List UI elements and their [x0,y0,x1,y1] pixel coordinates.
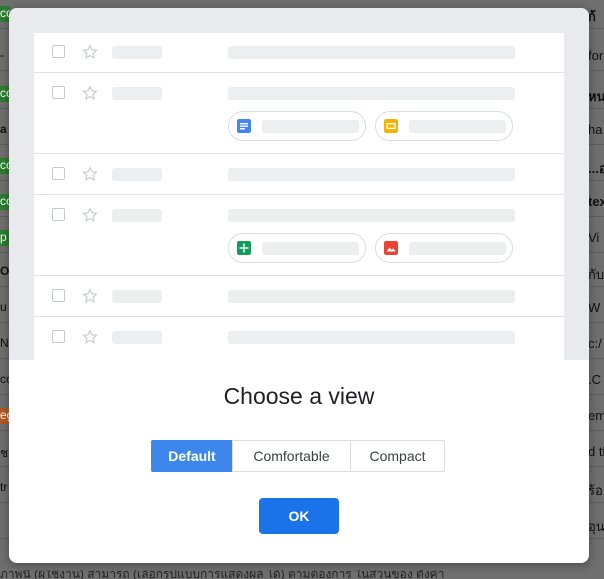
bg-subject-fragment: W [588,300,601,315]
star-icon [82,85,98,100]
bg-subject-fragment: ร้อย [588,483,604,498]
bg-subject-fragment: หน [588,89,604,104]
bg-subject-fragment: c:/ [588,336,602,351]
star-icon [82,166,98,181]
star-icon [82,44,98,59]
checkbox-icon [52,167,65,180]
sender-placeholder [112,168,162,181]
preview-row [34,33,564,73]
subject-placeholder [228,46,515,59]
sender-placeholder [112,290,162,303]
bg-subject-fragment: tex [588,194,604,209]
star-icon [82,329,98,344]
preview-row [34,317,564,359]
view-option-compact[interactable]: Compact [350,440,445,472]
attachment-name-placeholder [262,120,359,133]
checkbox-icon [52,45,65,58]
sender-placeholder [112,46,162,59]
preview-row [34,195,564,276]
checkbox-icon [52,208,65,221]
view-option-comfortable[interactable]: Comfortable [232,440,351,472]
bg-subject-fragment: em [588,408,604,423]
attachment-name-placeholder [409,242,506,255]
bg-bottom-text: ภาพนี้ (ผู้ใช้งาน) สามารถ (เลือกรูปแบบกา… [0,570,445,579]
preview-row [34,276,564,317]
google-docs-icon [237,119,251,133]
google-sheets-icon [237,241,251,255]
subject-placeholder [228,209,515,222]
choose-view-dialog: Choose a view Default Comfortable Compac… [9,8,589,563]
view-selector: Default Comfortable Compact [151,440,445,472]
bg-subject-fragment: ก้ [588,9,596,24]
attachment-chip [228,111,366,141]
attachment-name-placeholder [262,242,359,255]
sender-placeholder [112,331,162,344]
sender-placeholder [112,209,162,222]
subject-placeholder [228,168,515,181]
bg-subject-fragment: อุน [588,519,604,534]
dialog-title: Choose a view [223,383,375,409]
preview-inbox [34,33,564,360]
attachment-chip [375,233,513,263]
subject-placeholder [228,331,515,344]
ok-button[interactable]: OK [259,498,339,534]
sender-placeholder [112,87,162,100]
bg-subject-fragment: ...อ [588,161,604,176]
star-icon [82,207,98,222]
checkbox-icon [52,330,65,343]
checkbox-icon [52,289,65,302]
bg-subject-fragment: for [588,48,604,63]
checkbox-icon [52,86,65,99]
subject-placeholder [228,87,515,100]
image-file-icon [384,241,398,255]
star-icon [82,288,98,303]
google-slides-icon [384,119,398,133]
preview-row [34,154,564,195]
view-option-default[interactable]: Default [151,440,233,472]
bg-subject-fragment: .C [588,372,601,387]
bg-subject-fragment: Vi [588,230,600,245]
attachment-chip [375,111,513,141]
bg-subject-fragment: กับ [588,267,604,282]
subject-placeholder [228,290,515,303]
attachment-chip [228,233,366,263]
view-preview [9,8,589,360]
bg-subject-fragment: ha [588,122,603,137]
bg-subject-fragment: d tl [588,444,604,459]
preview-row [34,73,564,154]
attachment-name-placeholder [409,120,506,133]
